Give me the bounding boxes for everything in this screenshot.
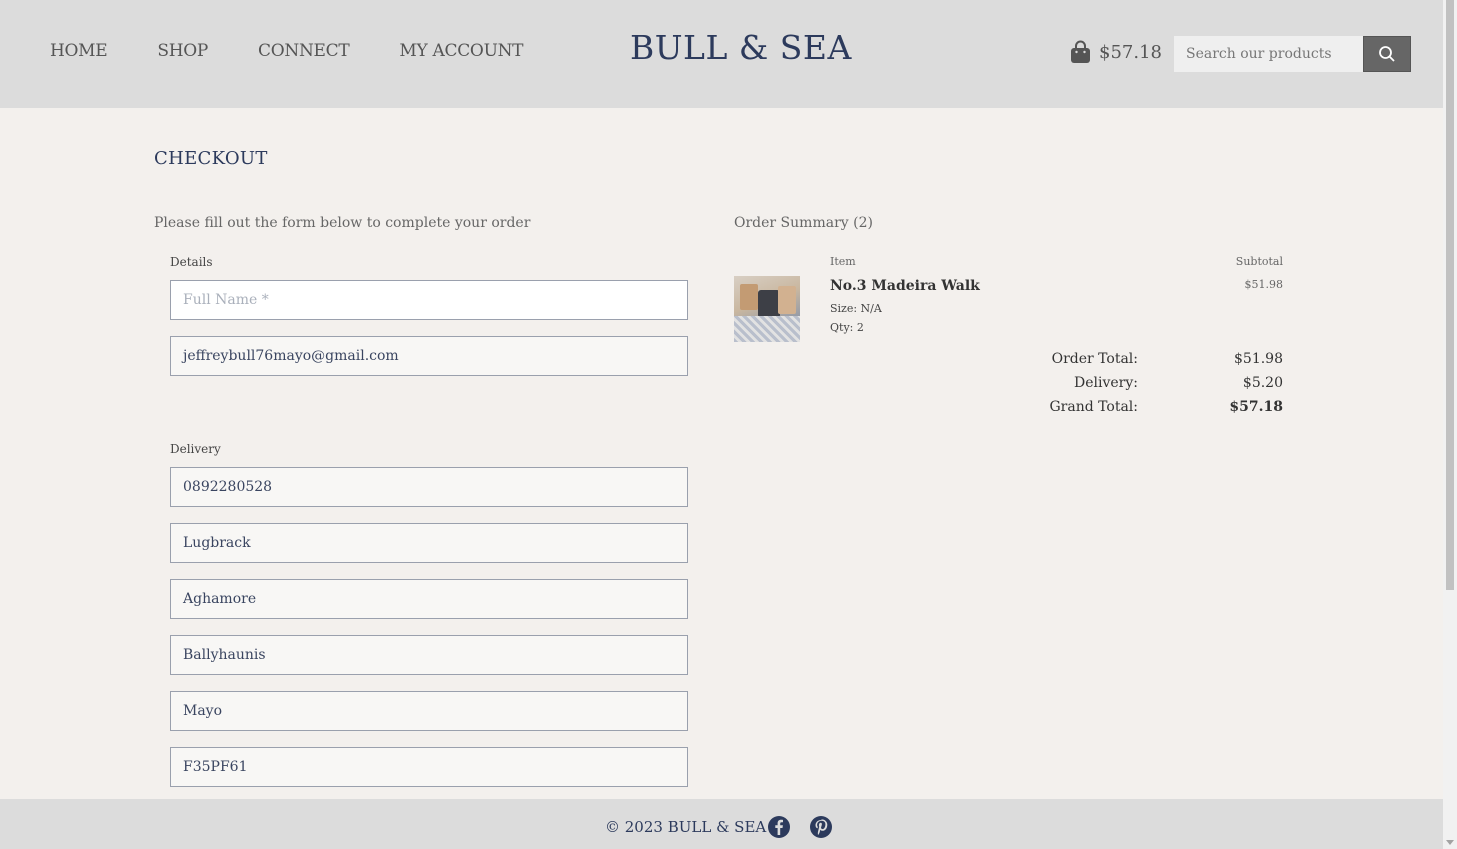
- page-title: CHECKOUT: [154, 148, 268, 169]
- scroll-thumb[interactable]: [1446, 0, 1454, 590]
- cart-link[interactable]: $57.18: [1070, 40, 1162, 64]
- facebook-icon[interactable]: [767, 815, 791, 839]
- product-thumbnail: [734, 276, 800, 342]
- nav-shop[interactable]: SHOP: [157, 41, 208, 61]
- nav-home[interactable]: HOME: [50, 41, 108, 61]
- pinterest-icon[interactable]: [809, 815, 833, 839]
- form-intro: Please fill out the form below to comple…: [154, 215, 531, 231]
- delivery-cost-label: Delivery:: [1074, 375, 1138, 391]
- cart-amount: $57.18: [1099, 41, 1162, 63]
- grand-total-value: $57.18: [1229, 399, 1283, 415]
- shopping-bag-icon: [1071, 40, 1090, 63]
- order-total-label: Order Total:: [1051, 351, 1138, 367]
- street-address-1-field[interactable]: Lugbrack: [170, 523, 688, 563]
- search-input[interactable]: [1174, 36, 1363, 72]
- delivery-label: Delivery: [170, 442, 221, 456]
- nav-my-account[interactable]: MY ACCOUNT: [399, 41, 523, 61]
- item-size: Size: N/A: [830, 302, 882, 315]
- site-header: HOME SHOP CONNECT MY ACCOUNT BULL & SEA …: [0, 0, 1443, 108]
- scroll-down-arrow[interactable]: [1446, 840, 1454, 845]
- site-footer: © 2023 BULL & SEA: [0, 799, 1443, 849]
- phone-field[interactable]: 0892280528: [170, 467, 688, 507]
- town-field[interactable]: Ballyhaunis: [170, 635, 688, 675]
- full-name-field[interactable]: Full Name *: [170, 280, 688, 320]
- main-nav: HOME SHOP CONNECT MY ACCOUNT: [50, 41, 573, 61]
- details-label: Details: [170, 255, 213, 269]
- item-column-header: Item: [830, 255, 856, 268]
- full-name-placeholder: Full Name *: [183, 292, 269, 308]
- order-total-value: $51.98: [1234, 351, 1283, 367]
- scrollbar[interactable]: [1443, 0, 1457, 849]
- search-button[interactable]: [1363, 36, 1411, 72]
- email-field[interactable]: jeffreybull76mayo@gmail.com: [170, 336, 688, 376]
- postcode-field[interactable]: F35PF61: [170, 747, 688, 787]
- item-name: No.3 Madeira Walk: [830, 278, 980, 294]
- item-qty: Qty: 2: [830, 321, 864, 334]
- copyright: © 2023 BULL & SEA: [605, 818, 767, 836]
- subtotal-column-header: Subtotal: [1235, 255, 1283, 268]
- search-bar: [1174, 36, 1411, 72]
- item-subtotal: $51.98: [1244, 278, 1284, 291]
- site-logo[interactable]: BULL & SEA: [630, 28, 852, 67]
- nav-connect[interactable]: CONNECT: [258, 41, 350, 61]
- order-summary-title: Order Summary (2): [734, 215, 873, 231]
- search-icon: [1379, 46, 1395, 62]
- grand-total-label: Grand Total:: [1049, 399, 1139, 415]
- delivery-cost-value: $5.20: [1242, 375, 1283, 391]
- county-field[interactable]: Mayo: [170, 691, 688, 731]
- street-address-2-field[interactable]: Aghamore: [170, 579, 688, 619]
